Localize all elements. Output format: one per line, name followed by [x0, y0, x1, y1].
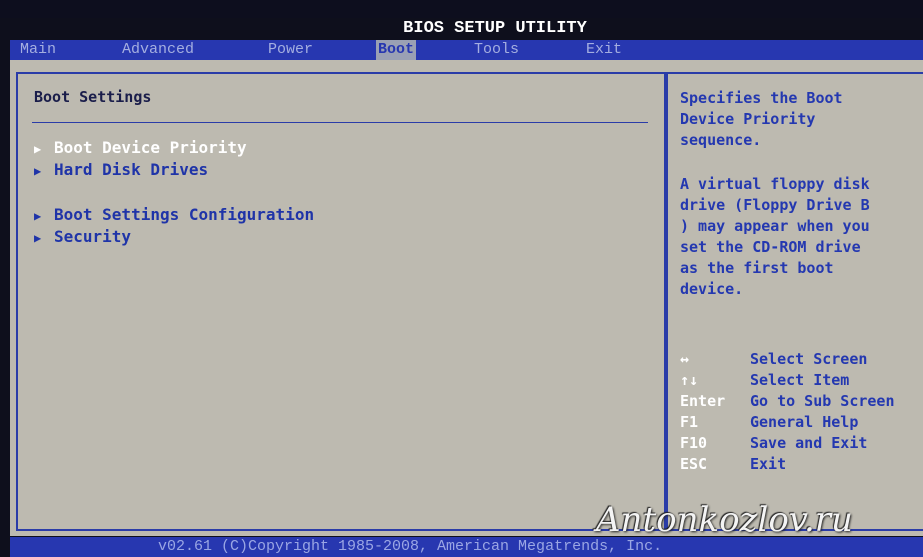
entry-hard-disk-drives[interactable]: ▶ Hard Disk Drives — [34, 160, 208, 179]
footer-bar: v02.61 (C)Copyright 1985-2008, American … — [10, 537, 923, 557]
entry-boot-settings-configuration[interactable]: ▶ Boot Settings Configuration — [34, 205, 314, 224]
app-title: BIOS SETUP UTILITY — [403, 19, 587, 38]
entry-label: Hard Disk Drives — [54, 160, 209, 179]
menu-main[interactable]: Main — [20, 40, 56, 60]
menu-bar: Main Advanced Power Boot Tools Exit — [10, 40, 923, 60]
help-note: A virtual floppy disk drive (Floppy Driv… — [680, 175, 870, 298]
entry-label: Security — [54, 227, 132, 246]
main-panel: Boot Settings ▶ Boot Device Priority ▶ Har… — [16, 72, 666, 531]
entry-label: Boot Settings Configuration — [54, 205, 315, 224]
left-right-arrows-icon: ↔ — [680, 350, 690, 368]
section-divider — [32, 122, 648, 123]
menu-tools[interactable]: Tools — [474, 40, 519, 60]
screen-top-edge — [0, 0, 923, 18]
site-watermark: Antonkozlov.ru — [596, 500, 853, 540]
menu-power[interactable]: Power — [268, 40, 313, 60]
setup-screen: Boot Settings ▶ Boot Device Priority ▶ Har… — [10, 60, 923, 536]
submenu-arrow-icon: ▶ — [34, 209, 42, 223]
submenu-arrow-icon: ▶ — [34, 231, 42, 245]
entry-label: Boot Device Priority — [54, 138, 247, 157]
menu-advanced[interactable]: Advanced — [122, 40, 194, 60]
copyright-text: v02.61 (C)Copyright 1985-2008, American … — [158, 538, 663, 555]
entry-boot-device-priority[interactable]: ▶ Boot Device Priority — [34, 138, 247, 157]
help-panel: Specifies the Boot Device Priority seque… — [666, 72, 923, 531]
menu-exit[interactable]: Exit — [586, 40, 622, 60]
menu-boot[interactable]: Boot — [376, 40, 417, 60]
help-description: Specifies the Boot Device Priority seque… — [680, 89, 843, 149]
section-title: Boot Settings — [34, 88, 152, 106]
up-down-arrows-icon: ↑↓ — [680, 371, 699, 389]
entry-security[interactable]: ▶ Security — [34, 227, 131, 246]
submenu-arrow-icon: ▶ — [34, 142, 42, 156]
submenu-arrow-icon: ▶ — [34, 164, 42, 178]
